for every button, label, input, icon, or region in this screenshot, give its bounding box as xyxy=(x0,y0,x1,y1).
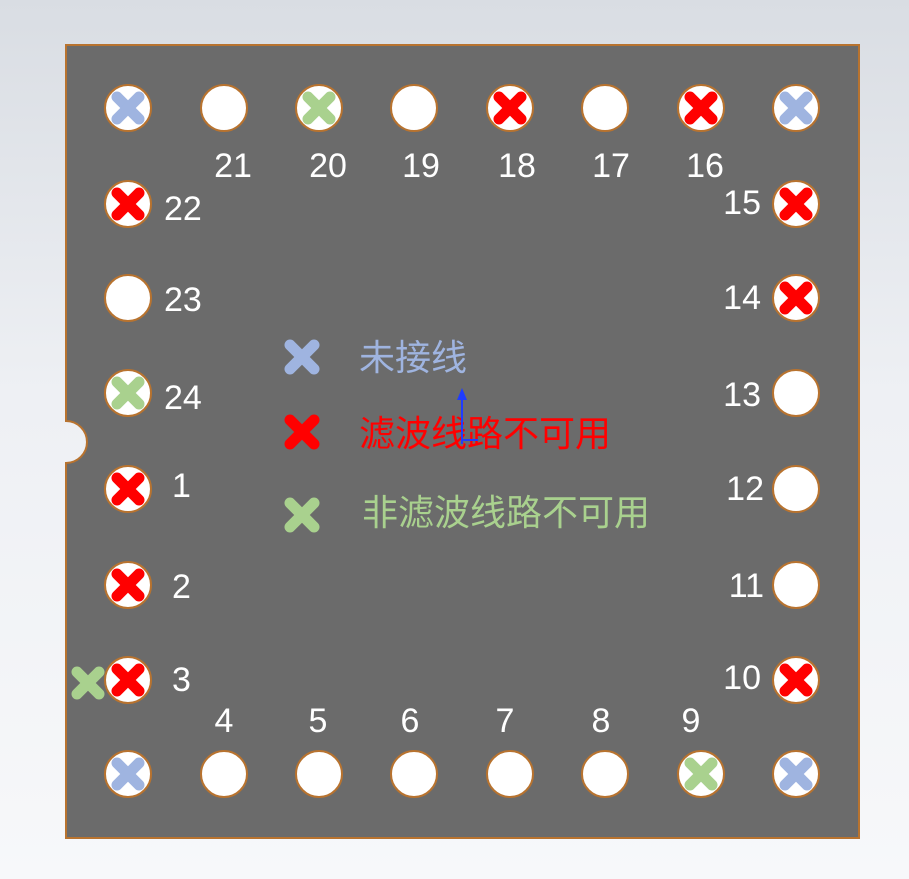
pin-hole-19 xyxy=(390,84,438,132)
pin-23 xyxy=(104,274,152,322)
status-x-icon xyxy=(111,187,145,221)
pin-5 xyxy=(295,750,343,798)
pin-label-15: 15 xyxy=(723,184,761,222)
pin-21 xyxy=(200,84,248,132)
pin-label-6: 6 xyxy=(401,702,420,740)
pin-label-16: 16 xyxy=(686,147,724,185)
pin-label-13: 13 xyxy=(723,376,761,414)
pin-hole-7 xyxy=(486,750,534,798)
connector-diagram: 21 20 19 18 17 162223241234 5 6 7 8 9151413121110 … xyxy=(65,44,860,839)
pin-17 xyxy=(581,84,629,132)
pin-3 xyxy=(104,656,152,704)
legend-label-nonfiltered_unavailable: 非滤波线路不可用 xyxy=(362,492,650,533)
pin-13 xyxy=(772,369,820,417)
pin-14 xyxy=(772,274,820,322)
pin-label-22: 22 xyxy=(164,190,202,228)
pin-24 xyxy=(104,369,152,417)
pin-label-7: 7 xyxy=(496,702,515,740)
pin-18 xyxy=(486,84,534,132)
status-x-icon xyxy=(684,757,718,791)
pin-15 xyxy=(772,180,820,228)
pin-7 xyxy=(486,750,534,798)
pin-11 xyxy=(772,561,820,609)
pin-2 xyxy=(104,561,152,609)
extra-status-x-icon xyxy=(71,666,105,700)
pin-label-23: 23 xyxy=(164,281,202,319)
pin-10 xyxy=(772,656,820,704)
pin-label-21: 21 xyxy=(214,147,252,185)
pin-hole-23 xyxy=(104,274,152,322)
status-x-icon xyxy=(111,757,145,791)
pin-label-9: 9 xyxy=(682,702,701,740)
pin-hole-12 xyxy=(772,465,820,513)
pin-label-24: 24 xyxy=(164,379,202,417)
pin-label-5: 5 xyxy=(309,702,328,740)
pin-label-20: 20 xyxy=(309,147,347,185)
pin-9 xyxy=(677,750,725,798)
pin-top-left xyxy=(104,84,152,132)
status-x-icon xyxy=(779,187,813,221)
status-x-icon xyxy=(111,376,145,410)
status-x-icon xyxy=(111,663,145,697)
pin-6 xyxy=(390,750,438,798)
pin-hole-8 xyxy=(581,750,629,798)
status-x-icon xyxy=(111,568,145,602)
pin-1 xyxy=(104,465,152,513)
pin-hole-4 xyxy=(200,750,248,798)
pin-label-18: 18 xyxy=(498,147,536,185)
status-x-icon xyxy=(111,472,145,506)
status-x-icon xyxy=(779,663,813,697)
pin-12 xyxy=(772,465,820,513)
pin-hole-21 xyxy=(200,84,248,132)
pin-label-8: 8 xyxy=(592,702,611,740)
pin-label-3: 3 xyxy=(172,661,191,699)
pin-bottom-left xyxy=(104,750,152,798)
pin-16 xyxy=(677,84,725,132)
status-x-icon xyxy=(684,91,718,125)
pin-4 xyxy=(200,750,248,798)
pin-20 xyxy=(295,84,343,132)
pin-hole-5 xyxy=(295,750,343,798)
pin-label-4: 4 xyxy=(215,702,234,740)
pin-top-right xyxy=(772,84,820,132)
pin-label-1: 1 xyxy=(172,467,191,505)
pin-label-14: 14 xyxy=(723,279,761,317)
pin-bottom-right xyxy=(772,750,820,798)
pin-label-11: 11 xyxy=(729,567,764,605)
status-x-icon xyxy=(779,281,813,315)
pin-label-19: 19 xyxy=(402,147,440,185)
pin-label-17: 17 xyxy=(592,147,630,185)
legend-label-filtered_unavailable: 滤波线路不可用 xyxy=(359,413,611,454)
pin-hole-13 xyxy=(772,369,820,417)
pin-19 xyxy=(390,84,438,132)
pin-8 xyxy=(581,750,629,798)
status-x-icon xyxy=(493,91,527,125)
pin-label-2: 2 xyxy=(172,568,191,606)
legend-label-unconnected: 未接线 xyxy=(359,337,467,378)
status-x-icon xyxy=(779,757,813,791)
pin-hole-6 xyxy=(390,750,438,798)
pin-hole-17 xyxy=(581,84,629,132)
status-x-icon xyxy=(779,91,813,125)
status-x-icon xyxy=(111,91,145,125)
pin-22 xyxy=(104,180,152,228)
pin-label-12: 12 xyxy=(726,470,764,508)
status-x-icon xyxy=(302,91,336,125)
pin-label-10: 10 xyxy=(723,659,761,697)
pin-hole-11 xyxy=(772,561,820,609)
